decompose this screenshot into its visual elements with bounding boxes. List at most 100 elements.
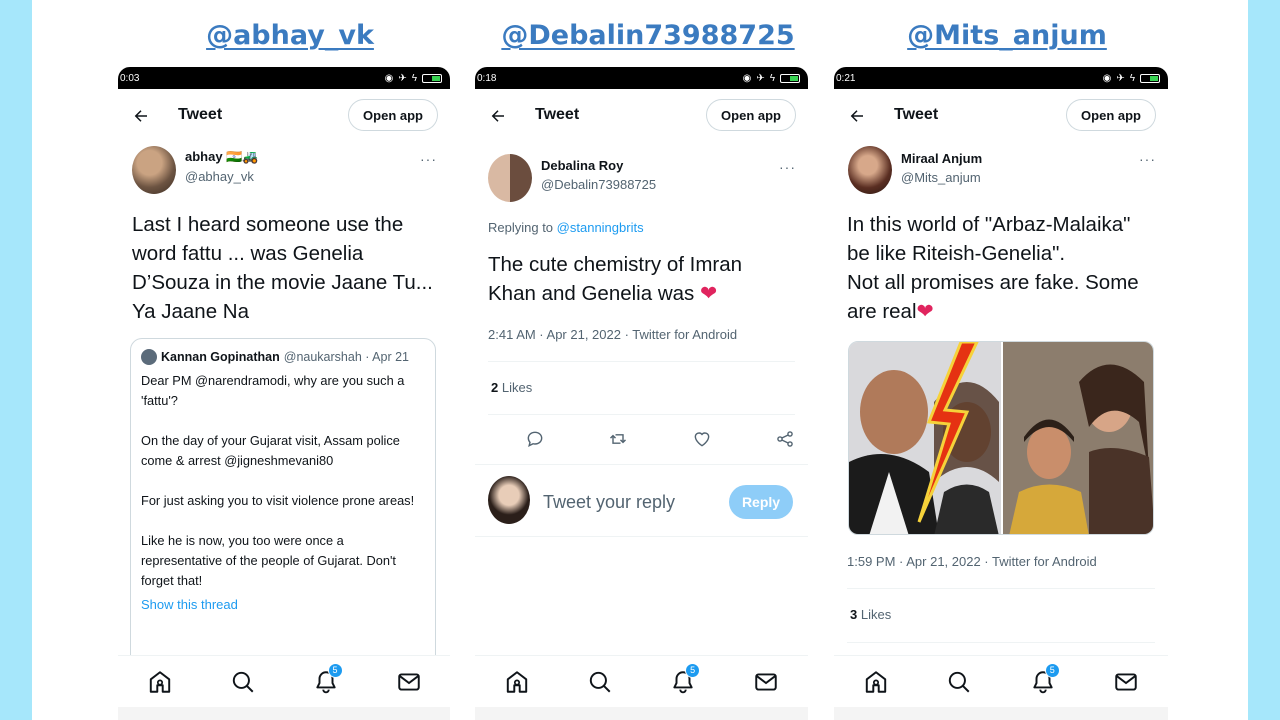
avatar[interactable]: [848, 146, 892, 194]
collage-canvas: @abhay_vk @Debalin73988725 @Mits_anjum 0…: [32, 0, 1248, 720]
quote-paragraph: Dear PM @narendramodi, why are you such …: [141, 373, 405, 408]
likes-label: Likes: [501, 380, 533, 395]
tweet-actions: [525, 429, 795, 449]
share-icon[interactable]: [775, 429, 795, 449]
status-time: 0:18: [477, 72, 497, 84]
title-handle-3: @Mits_anjum: [907, 20, 1107, 51]
search-icon[interactable]: [230, 669, 256, 695]
my-avatar: [488, 476, 530, 524]
tweet-timestamp[interactable]: 1:59 PM · Apr 21, 2022 · Twitter for And…: [847, 554, 1097, 569]
airplane-icon: ✈: [1116, 72, 1125, 84]
quote-paragraph: For just asking you to visit violence pr…: [141, 493, 415, 508]
open-app-button[interactable]: Open app: [348, 99, 438, 131]
notifications-tab[interactable]: 5: [670, 662, 701, 695]
charging-icon: ϟ: [411, 72, 417, 84]
next-screen-peek: [834, 707, 1168, 720]
tweet-header: Tweet Open app: [118, 97, 450, 135]
reply-icon[interactable]: [525, 429, 545, 449]
tweet-text-line-2: Not all promises are fake. Some are real…: [847, 268, 1157, 326]
header-title: Tweet: [178, 106, 223, 123]
next-screen-peek: [118, 707, 450, 720]
home-icon[interactable]: [504, 669, 530, 695]
tweet-photo[interactable]: [848, 341, 1154, 535]
tweet-text-line-1: In this world of "Arbaz-Malaika" be like…: [847, 213, 1131, 265]
open-app-button[interactable]: Open app: [1066, 99, 1156, 131]
tweet-text: Last I heard someone use the word fattu …: [132, 213, 433, 323]
home-icon[interactable]: [863, 669, 889, 695]
more-options-icon[interactable]: ···: [779, 159, 796, 175]
next-screen-peek: [475, 707, 808, 720]
header-title: Tweet: [894, 106, 939, 123]
avatar[interactable]: [132, 146, 176, 194]
back-arrow-icon[interactable]: [132, 107, 150, 125]
quote-paragraph: Like he is now, you too were once a repr…: [141, 533, 396, 588]
reply-input[interactable]: Tweet your reply: [543, 492, 675, 513]
status-time: 0:21: [836, 72, 856, 84]
home-icon[interactable]: [147, 669, 173, 695]
more-options-icon[interactable]: ···: [1139, 151, 1156, 167]
collage-photo-image: [849, 342, 1153, 534]
notifications-tab[interactable]: 5: [1030, 662, 1060, 695]
open-app-button[interactable]: Open app: [706, 99, 796, 131]
tweet-header: Tweet Open app: [834, 97, 1168, 135]
tweet-timestamp[interactable]: 2:41 AM · Apr 21, 2022 · Twitter for And…: [488, 327, 737, 342]
phone-screenshot-1: 0:03 ◉ ✈ ϟ Tweet Open app abhay 🇮🇳🚜 @abh…: [118, 67, 450, 720]
airplane-icon: ✈: [398, 72, 407, 84]
quoted-tweet[interactable]: Kannan Gopinathan @naukarshah · Apr 21 D…: [130, 338, 436, 668]
mail-icon[interactable]: [753, 669, 779, 695]
notification-badge: 5: [685, 662, 701, 678]
status-bar: 0:03 ◉ ✈ ϟ: [118, 67, 450, 89]
quote-avatar: [141, 349, 157, 365]
wifi-icon: ◉: [384, 72, 394, 84]
header-title: Tweet: [535, 106, 580, 123]
divider: [475, 536, 808, 537]
author-handle: @abhay_vk: [185, 169, 254, 184]
tweet-author[interactable]: abhay 🇮🇳🚜 @abhay_vk: [185, 149, 259, 184]
notifications-tab[interactable]: 5: [313, 662, 343, 695]
likes-count[interactable]: 2 Likes: [491, 380, 532, 395]
reply-button[interactable]: Reply: [729, 485, 793, 519]
tweet-text-body: Not all promises are fake. Some are real: [847, 271, 1139, 323]
title-handle-2: @Debalin73988725: [501, 20, 795, 51]
mail-icon[interactable]: [396, 669, 422, 695]
back-arrow-icon[interactable]: [848, 107, 866, 125]
status-time: 0:03: [120, 72, 140, 84]
author-name: abhay 🇮🇳🚜: [185, 149, 259, 164]
wifi-icon: ◉: [1102, 72, 1112, 84]
replying-to-link[interactable]: @stanningbrits: [557, 220, 644, 235]
tweet-author[interactable]: Miraal Anjum @Mits_anjum: [901, 151, 982, 185]
status-icons: ◉ ✈ ϟ: [1103, 73, 1160, 84]
more-options-icon[interactable]: ···: [420, 151, 437, 167]
author-handle: @Debalin73988725: [541, 177, 657, 192]
status-bar: 0:18 ◉ ✈ ϟ: [475, 67, 808, 89]
like-icon[interactable]: [692, 429, 712, 449]
avatar[interactable]: [488, 154, 532, 202]
quote-author-name: Kannan Gopinathan: [161, 350, 280, 364]
tweet-author[interactable]: Debalina Roy @Debalin73988725: [541, 158, 656, 192]
search-icon[interactable]: [946, 669, 972, 695]
show-thread-link[interactable]: Show this thread: [141, 597, 238, 612]
notification-badge: 5: [327, 662, 343, 678]
title-handle-1: @abhay_vk: [206, 20, 374, 51]
phone-screenshot-3: 0:21 ◉ ✈ ϟ Tweet Open app Miraal Anjum @…: [834, 67, 1168, 720]
replying-label: Replying to: [488, 220, 554, 235]
bottom-nav: 5: [475, 655, 808, 707]
divider: [488, 361, 795, 362]
heart-emoji: ❤: [699, 282, 718, 305]
search-icon[interactable]: [587, 669, 613, 695]
author-name: Debalina Roy: [541, 158, 624, 173]
back-arrow-icon[interactable]: [489, 107, 507, 125]
mail-icon[interactable]: [1113, 669, 1139, 695]
charging-icon: ϟ: [769, 72, 775, 84]
heart-emoji: ❤: [916, 300, 934, 323]
bottom-nav: 5: [118, 655, 450, 707]
status-bar: 0:21 ◉ ✈ ϟ: [834, 67, 1168, 89]
retweet-icon[interactable]: [608, 429, 628, 449]
likes-number: 3: [850, 607, 858, 622]
quote-header: Kannan Gopinathan @naukarshah · Apr 21: [141, 349, 425, 365]
status-icons: ◉ ✈ ϟ: [385, 73, 442, 84]
divider: [847, 588, 1155, 589]
battery-icon: [1140, 73, 1160, 83]
bottom-nav: 5: [834, 655, 1168, 707]
likes-count[interactable]: 3 Likes: [850, 607, 891, 622]
